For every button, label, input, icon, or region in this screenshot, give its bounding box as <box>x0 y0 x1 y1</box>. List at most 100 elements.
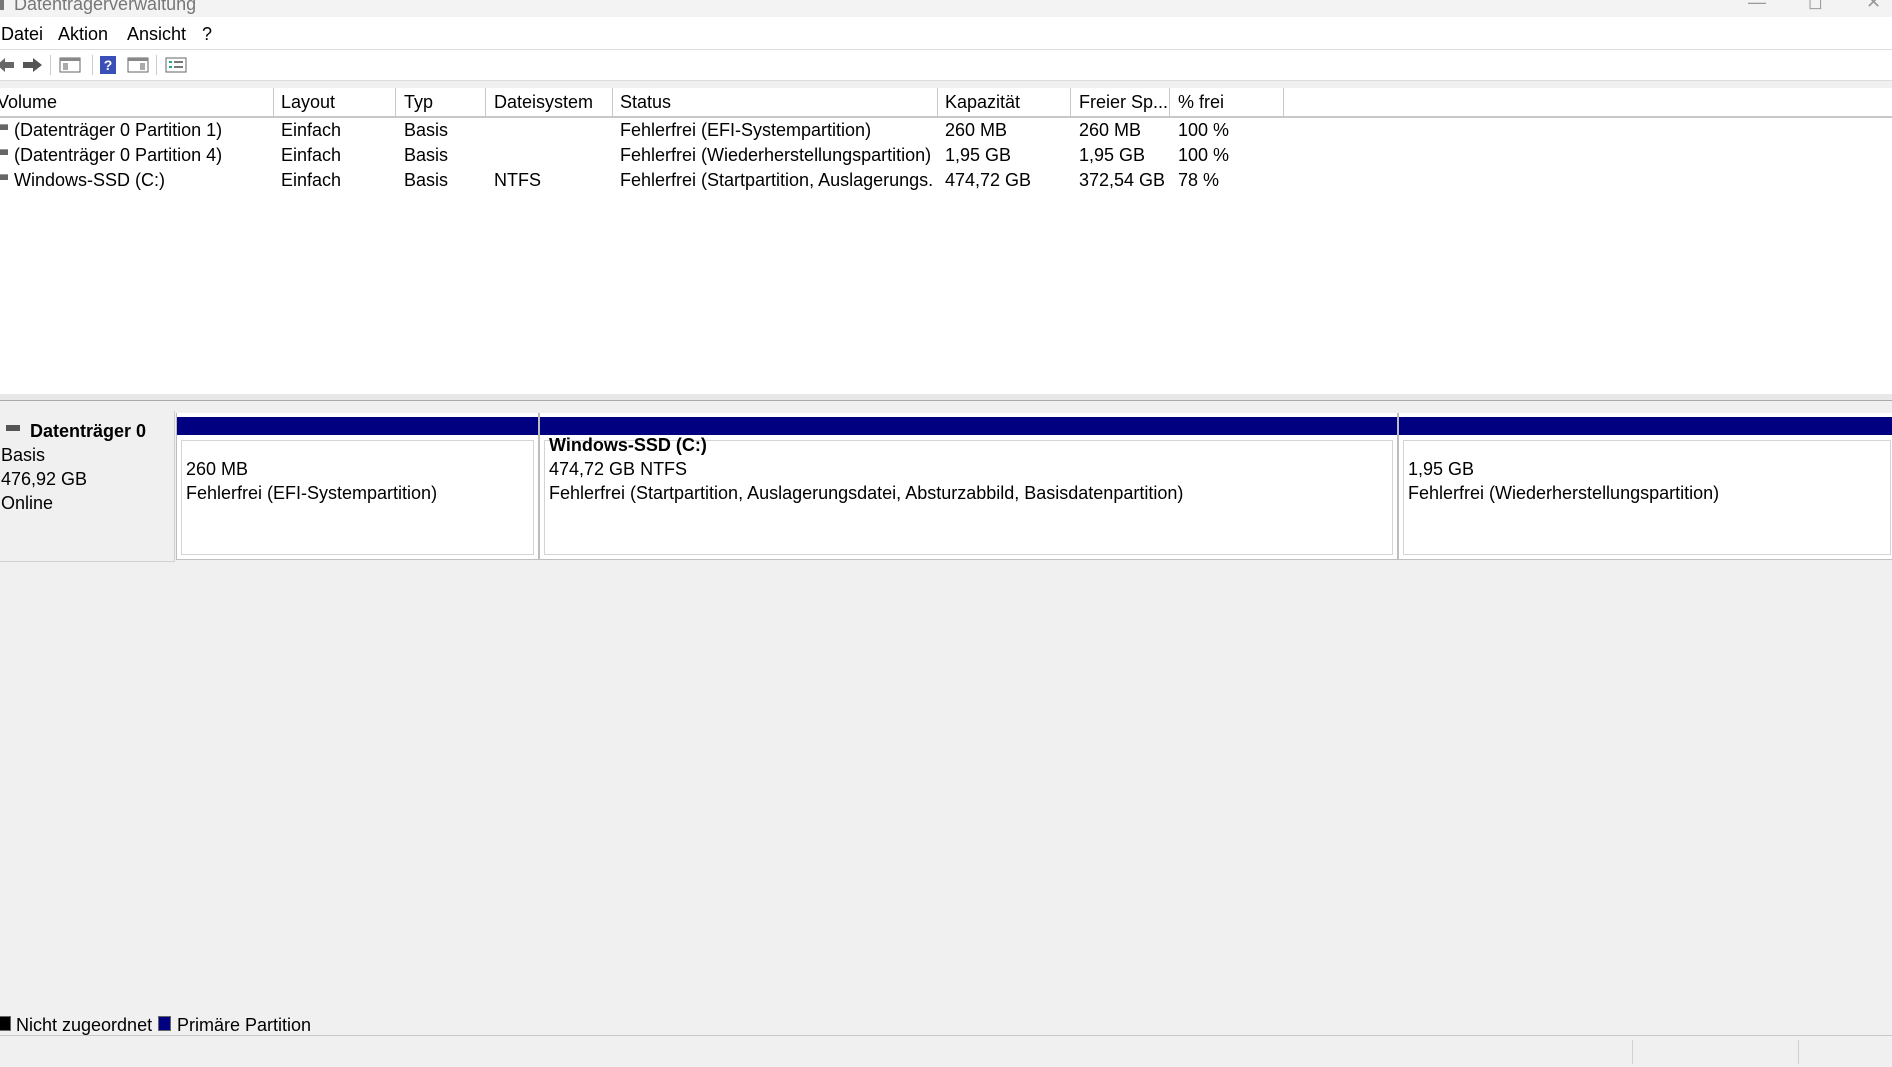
column-separator[interactable] <box>395 88 396 116</box>
column-separator[interactable] <box>1070 88 1071 116</box>
menu-bar: Datei Aktion Ansicht ? <box>0 17 1892 50</box>
legend-swatch-primary <box>158 1016 171 1031</box>
window-title: Datenträgerverwaltung <box>14 0 197 14</box>
legend: Nicht zugeordnet Primäre Partition <box>0 1005 1892 1036</box>
column-header-volume[interactable]: Volume <box>0 92 57 113</box>
column-header-kapazitaet[interactable]: Kapazität <box>945 92 1020 113</box>
column-header-prozent-frei[interactable]: % frei <box>1178 92 1224 113</box>
close-button[interactable]: ✕ <box>1866 0 1881 13</box>
cell-status: Fehlerfrei (Startpartition, Auslagerungs… <box>620 170 934 190</box>
cell-volume: (Datenträger 0 Partition 4) <box>14 145 223 165</box>
disk-name: Datenträger 0 <box>30 421 147 441</box>
console-tree-icon[interactable] <box>58 54 82 76</box>
partition-status: Fehlerfrei (Wiederherstellungspartition) <box>1408 483 1720 503</box>
partition-efi[interactable]: 260 MB Fehlerfrei (EFI-Systempartition) <box>176 413 539 559</box>
volume-icon <box>0 149 8 155</box>
partition-body: 1,95 GB Fehlerfrei (Wiederherstellungspa… <box>1403 440 1891 555</box>
partition-body: 260 MB Fehlerfrei (EFI-Systempartition) <box>181 440 534 555</box>
cell-status: Fehlerfrei (Wiederherstellungspartition) <box>620 145 932 165</box>
properties-icon[interactable] <box>164 54 188 76</box>
help-icon[interactable]: ? <box>97 54 119 76</box>
column-header-layout[interactable]: Layout <box>281 92 335 113</box>
title-bar: Datenträgerverwaltung — ◻ ✕ <box>0 0 1892 17</box>
partition-size: 1,95 GB <box>1408 459 1475 479</box>
column-header-typ[interactable]: Typ <box>404 92 433 113</box>
column-separator[interactable] <box>1169 88 1170 116</box>
disk-size: 476,92 GB <box>1 469 88 489</box>
cell-typ: Basis <box>404 170 449 190</box>
cell-kapazitaet: 1,95 GB <box>945 145 1012 165</box>
column-header-freier-speicher[interactable]: Freier Sp... <box>1079 92 1168 113</box>
partition-size: 474,72 GB NTFS <box>549 459 688 479</box>
legend-label-unallocated: Nicht zugeordnet <box>16 1015 153 1035</box>
minimize-button[interactable]: — <box>1748 0 1766 13</box>
partition-area: 260 MB Fehlerfrei (EFI-Systempartition) … <box>176 413 1892 560</box>
back-arrow-icon[interactable] <box>0 54 16 76</box>
partition-recovery[interactable]: 1,95 GB Fehlerfrei (Wiederherstellungspa… <box>1398 413 1892 559</box>
forward-arrow-icon[interactable] <box>20 54 44 76</box>
toolbar: ? <box>0 50 1892 81</box>
volume-list-header: Volume Layout Typ Dateisystem Status Kap… <box>0 88 1892 118</box>
cell-freier-speicher: 1,95 GB <box>1079 145 1146 165</box>
column-header-dateisystem[interactable]: Dateisystem <box>494 92 593 113</box>
toolbar-separator <box>156 55 157 75</box>
partition-body: Windows-SSD (C:) 474,72 GB NTFS Fehlerfr… <box>544 435 1393 555</box>
primary-partition-bar <box>540 417 1397 435</box>
cell-layout: Einfach <box>281 120 342 140</box>
disk-state: Online <box>1 493 54 513</box>
legend-label-primary: Primäre Partition <box>177 1015 312 1035</box>
column-separator[interactable] <box>273 88 274 116</box>
partition-status: Fehlerfrei (EFI-Systempartition) <box>186 483 438 503</box>
cell-volume: Windows-SSD (C:) <box>14 170 166 190</box>
action-pane-icon[interactable] <box>126 54 150 76</box>
cell-prozent-frei: 100 % <box>1178 120 1230 140</box>
status-separator <box>1632 1040 1633 1064</box>
column-separator[interactable] <box>485 88 486 116</box>
partition-windows-ssd[interactable]: Windows-SSD (C:) 474,72 GB NTFS Fehlerfr… <box>539 413 1398 559</box>
cell-freier-speicher: 260 MB <box>1079 120 1142 140</box>
disk-label-panel[interactable]: Datenträger 0 Basis 476,92 GB Online <box>0 411 175 562</box>
status-separator <box>1798 1040 1799 1064</box>
column-separator[interactable] <box>612 88 613 116</box>
toolbar-separator <box>92 55 93 75</box>
menu-datei[interactable]: Datei <box>1 24 43 45</box>
cell-layout: Einfach <box>281 170 342 190</box>
volume-icon <box>0 174 8 180</box>
volume-icon <box>0 124 8 130</box>
menu-help[interactable]: ? <box>202 24 212 45</box>
menu-aktion[interactable]: Aktion <box>58 24 108 45</box>
partition-name: Windows-SSD (C:) <box>549 435 707 455</box>
cell-kapazitaet: 474,72 GB <box>945 170 1032 190</box>
cell-status: Fehlerfrei (EFI-Systempartition) <box>620 120 872 140</box>
disk-type: Basis <box>1 445 46 465</box>
status-bar <box>0 1036 1892 1067</box>
primary-partition-bar <box>177 417 538 435</box>
cell-typ: Basis <box>404 120 449 140</box>
menu-ansicht[interactable]: Ansicht <box>127 24 186 45</box>
column-separator[interactable] <box>937 88 938 116</box>
volume-list: Volume Layout Typ Dateisystem Status Kap… <box>0 88 1892 395</box>
primary-partition-bar <box>1399 417 1892 435</box>
table-row[interactable]: Windows-SSD (C:) Einfach Basis NTFS Fehl… <box>0 168 1892 193</box>
toolbar-separator <box>50 55 51 75</box>
cell-layout: Einfach <box>281 145 342 165</box>
table-row[interactable]: (Datenträger 0 Partition 4) Einfach Basi… <box>0 143 1892 168</box>
maximize-button[interactable]: ◻ <box>1808 0 1823 13</box>
cell-volume: (Datenträger 0 Partition 1) <box>14 120 223 140</box>
partition-size: 260 MB <box>186 459 249 479</box>
cell-prozent-frei: 78 % <box>1178 170 1220 190</box>
disk-graphical-view: Datenträger 0 Basis 476,92 GB Online 260… <box>0 401 1892 1005</box>
column-header-status[interactable]: Status <box>620 92 671 113</box>
cell-freier-speicher: 372,54 GB <box>1079 170 1166 190</box>
cell-prozent-frei: 100 % <box>1178 145 1230 165</box>
table-row[interactable]: (Datenträger 0 Partition 1) Einfach Basi… <box>0 118 1892 143</box>
column-separator[interactable] <box>1283 88 1284 116</box>
disk-management-app-icon <box>0 0 4 10</box>
disk-icon <box>6 425 20 431</box>
cell-typ: Basis <box>404 145 449 165</box>
svg-text:?: ? <box>104 57 113 73</box>
cell-dateisystem: NTFS <box>494 170 541 190</box>
partition-status: Fehlerfrei (Startpartition, Auslagerungs… <box>549 483 1184 503</box>
cell-kapazitaet: 260 MB <box>945 120 1008 140</box>
pane-splitter[interactable] <box>0 394 1892 401</box>
